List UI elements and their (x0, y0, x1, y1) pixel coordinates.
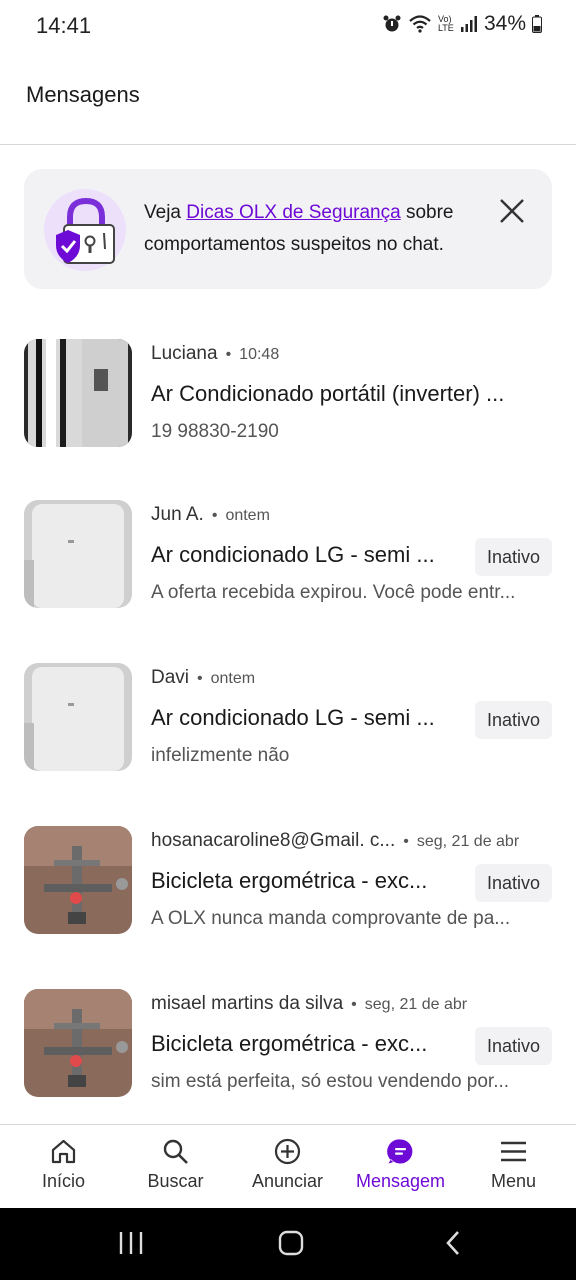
sender-name: misael martins da silva (151, 993, 344, 1014)
nav-item-mensagem[interactable]: Mensagem (343, 1125, 458, 1209)
listing-thumbnail (24, 826, 132, 934)
sender-name: hosanacaroline8@Gmail. c... (151, 830, 396, 851)
nav-item-inicio[interactable]: Início (6, 1125, 121, 1209)
conversation-item[interactable]: hosanacaroline8@Gmail. c... • seg, 21 de… (0, 826, 576, 946)
message-preview: 19 98830-2190 (151, 421, 279, 442)
listing-title: Bicicleta ergométrica - exc... (151, 1031, 428, 1056)
nav-label: Início (41, 1171, 86, 1191)
message-preview: infelizmente não (151, 745, 290, 766)
separator-dot: • (225, 346, 232, 363)
nav-item-buscar[interactable]: Buscar (118, 1125, 233, 1209)
security-lock-icon (44, 189, 126, 271)
home-button-icon[interactable] (278, 1230, 304, 1256)
signal-icon (460, 16, 477, 32)
listing-title: Ar Condicionado portátil (inverter) ... (151, 381, 505, 406)
listing-thumbnail (24, 500, 132, 608)
status-bar: 14:41 Vo) LTE 34% (0, 0, 576, 52)
system-navigation-bar (0, 1208, 576, 1280)
separator-dot: • (403, 833, 409, 850)
message-time: 10:48 (239, 346, 280, 363)
conversation-item[interactable]: Davi • ontem Ar condicionado LG - semi .… (0, 663, 576, 783)
banner-text: Veja Dicas OLX de Segurança sobre compor… (144, 197, 484, 261)
status-badge: Inativo (474, 1027, 552, 1065)
status-badge: Inativo (474, 538, 552, 576)
separator-dot: • (197, 670, 203, 687)
battery-percent: 34% (483, 12, 526, 35)
conversation-meta: Davi • ontem (151, 667, 255, 689)
home-icon (51, 1139, 76, 1164)
message-time: seg, 21 de abr (364, 996, 468, 1013)
plus-circle-icon (274, 1138, 301, 1165)
nav-label: Mensagem (355, 1171, 446, 1191)
conversation-meta: misael martins da silva • seg, 21 de abr (151, 993, 467, 1015)
message-preview: sim está perfeita, só estou vendendo por… (151, 1071, 510, 1092)
chat-icon (387, 1139, 413, 1164)
lte-label: Vo) LTE (437, 14, 454, 33)
safety-tips-banner: Veja Dicas OLX de Segurança sobre compor… (24, 169, 552, 289)
listing-title: Ar condicionado LG - semi ... (151, 705, 435, 730)
status-icons: Vo) LTE 34% (382, 12, 542, 36)
back-icon[interactable] (442, 1230, 466, 1256)
menu-icon (501, 1141, 526, 1162)
message-preview: A OLX nunca manda comprovante de pa... (151, 908, 511, 929)
message-time: ontem (210, 670, 256, 687)
page-title: Mensagens (26, 82, 140, 107)
sender-name: Jun A. (151, 504, 204, 525)
separator-dot: • (351, 996, 357, 1013)
close-icon[interactable] (498, 197, 526, 225)
safety-tips-link[interactable]: Dicas OLX de Segurança (186, 202, 400, 223)
status-badge: Inativo (474, 701, 552, 739)
conversation-meta: Jun A. • ontem (151, 504, 270, 526)
message-time: ontem (225, 507, 270, 524)
app-header: Mensagens (0, 52, 576, 145)
alarm-icon (383, 15, 401, 32)
conversation-meta: Luciana • 10:48 (151, 343, 279, 365)
status-time: 14:41 (36, 13, 92, 38)
message-preview: A oferta recebida expirou. Você pode ent… (151, 582, 516, 603)
bottom-navigation: Início Buscar Anunciar Mensagem Menu (0, 1124, 576, 1209)
listing-title: Bicicleta ergométrica - exc... (151, 868, 428, 893)
listing-thumbnail (24, 339, 132, 447)
sender-name: Luciana (151, 343, 218, 364)
battery-icon (532, 15, 542, 33)
nav-item-anunciar[interactable]: Anunciar (230, 1125, 345, 1209)
recent-apps-icon[interactable] (118, 1230, 144, 1256)
nav-label: Buscar (147, 1171, 204, 1191)
search-icon (163, 1139, 188, 1164)
listing-thumbnail (24, 989, 132, 1097)
message-time: seg, 21 de abr (416, 833, 520, 850)
banner-text-before: Veja (144, 202, 187, 223)
status-badge: Inativo (474, 864, 552, 902)
nav-label: Menu (490, 1171, 537, 1191)
conversation-meta: hosanacaroline8@Gmail. c... • seg, 21 de… (151, 830, 519, 852)
separator-dot: • (211, 507, 218, 524)
conversation-item[interactable]: Luciana • 10:48 Ar Condicionado portátil… (0, 339, 576, 459)
listing-thumbnail (24, 663, 132, 771)
wifi-icon (409, 15, 431, 33)
conversation-item[interactable]: misael martins da silva • seg, 21 de abr… (0, 989, 576, 1109)
conversation-item[interactable]: Jun A. • ontem Ar condicionado LG - semi… (0, 500, 576, 620)
listing-title: Ar condicionado LG - semi ... (151, 542, 435, 567)
nav-label: Anunciar (251, 1171, 324, 1191)
nav-item-menu[interactable]: Menu (456, 1125, 571, 1209)
sender-name: Davi (151, 667, 190, 688)
